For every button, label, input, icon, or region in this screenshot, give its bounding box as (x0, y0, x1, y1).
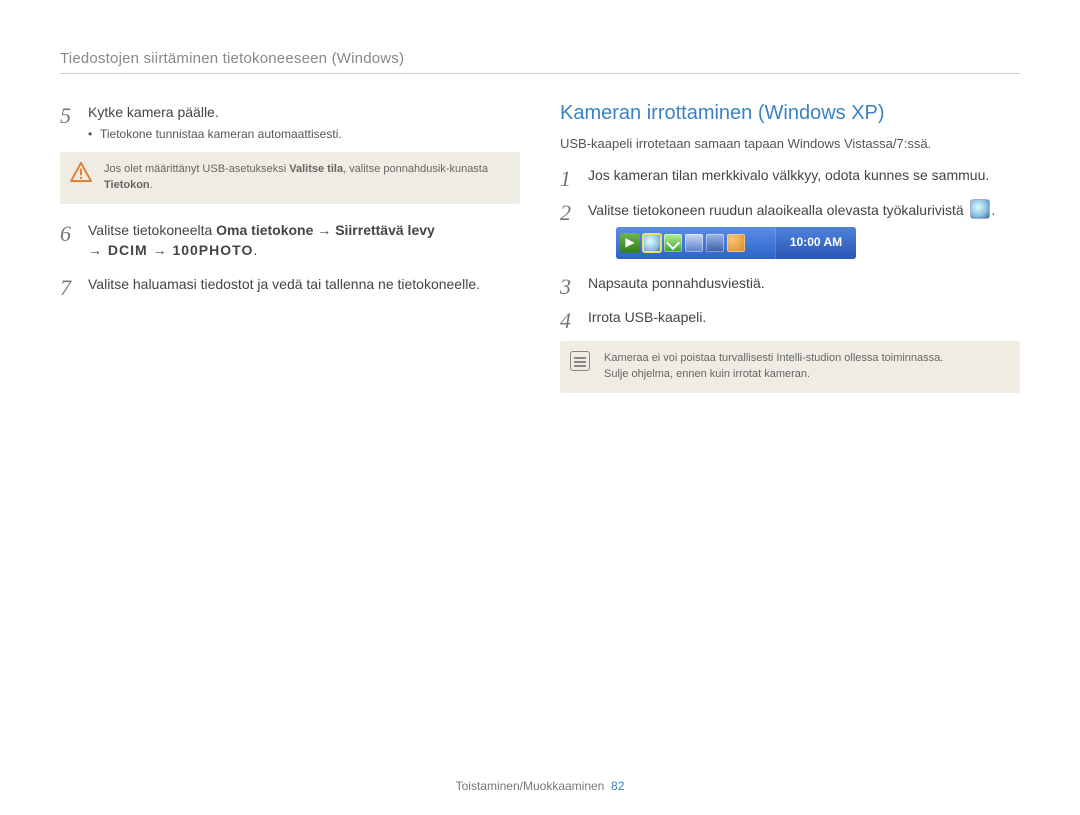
info-note-box: Kameraa ei voi poistaa turvallisesti Int… (560, 341, 1020, 393)
taskbar-clock: 10:00 AM (775, 227, 856, 259)
step-6-bold4: 100PHOTO (172, 242, 253, 258)
right-column: Kameran irrottaminen (Windows XP) USB-ka… (560, 102, 1020, 409)
right-step-3-text: Napsauta ponnahdusviestiä. (588, 275, 765, 291)
shield-tray-icon (664, 234, 682, 252)
right-step-2: Valitse tietokoneen ruudun alaoikealla o… (560, 199, 1020, 258)
start-button-icon: ▶ (620, 233, 640, 253)
step-5-sub: Tietokone tunnistaa kameran automaattise… (88, 126, 520, 143)
safely-remove-hardware-tray-icon (643, 234, 661, 252)
network-tray-icon (685, 234, 703, 252)
step-7: Valitse haluamasi tiedostot ja vedä tai … (60, 274, 520, 294)
warning-text-pre: Jos olet määrittänyt USB-asetukseksi (104, 163, 289, 175)
warning-bold2: Tietokon (104, 179, 150, 191)
right-step-4-text: Irrota USB-kaapeli. (588, 309, 706, 325)
right-step-3: Napsauta ponnahdusviestiä. (560, 273, 1020, 293)
warning-bold1: Valitse tila (289, 163, 343, 175)
warning-mid: , valitse ponnahdusik-kunasta (343, 163, 488, 175)
footer-section: Toistaminen/Muokkaaminen (456, 779, 605, 793)
warning-box: Jos olet määrittänyt USB-asetukseksi Val… (60, 152, 520, 204)
display-tray-icon (706, 234, 724, 252)
step-6-line2-arrow1: → (88, 242, 108, 258)
volume-tray-icon (727, 234, 745, 252)
right-step-4: Irrota USB-kaapeli. (560, 307, 1020, 327)
step-6-bold3: DCIM (108, 242, 148, 258)
step-7-text: Valitse haluamasi tiedostot ja vedä tai … (88, 276, 480, 292)
step-6-pre: Valitse tietokoneelta (88, 222, 216, 238)
right-section-title: Kameran irrottaminen (Windows XP) (560, 102, 1020, 125)
step-6-period: . (253, 242, 257, 258)
right-step-2-text-b: . (992, 202, 996, 218)
taskbar-illustration: ▶ 10:00 AM (616, 227, 856, 259)
note-icon (570, 351, 590, 371)
right-steps: Jos kameran tilan merkkivalo välkkyy, od… (560, 165, 1020, 327)
right-step-1-text: Jos kameran tilan merkkivalo välkkyy, od… (588, 167, 989, 183)
page-header: Tiedostojen siirtäminen tietokoneeseen (… (60, 50, 1020, 74)
step-6-arrow2: → (148, 242, 173, 258)
step-5-text: Kytke kamera päälle. (88, 104, 219, 120)
step-6-bold1: Oma tietokone (216, 222, 313, 238)
warning-post: . (150, 179, 153, 191)
taskbar-tray: ▶ (616, 227, 775, 259)
right-step-2-text-a: Valitse tietokoneen ruudun alaoikealla o… (588, 202, 968, 218)
right-intro: USB-kaapeli irrotetaan samaan tapaan Win… (560, 135, 1020, 153)
note-line1: Kameraa ei voi poistaa turvallisesti Int… (604, 352, 943, 364)
note-line2: Sulje ohjelma, ennen kuin irrotat kamera… (604, 368, 810, 380)
step-6-bold2: Siirrettävä levy (335, 222, 435, 238)
step-6-arrow1: → (313, 222, 335, 238)
left-steps: Kytke kamera päälle. Tietokone tunnistaa… (60, 102, 520, 294)
step-6: Valitse tietokoneelta Oma tietokone → Si… (60, 220, 520, 261)
safely-remove-hardware-icon (970, 199, 990, 219)
footer-page-number: 82 (611, 779, 624, 793)
left-column: Kytke kamera päälle. Tietokone tunnistaa… (60, 102, 520, 409)
page-footer: Toistaminen/Muokkaaminen 82 (0, 779, 1080, 793)
step-5: Kytke kamera päälle. Tietokone tunnistaa… (60, 102, 520, 204)
warning-icon (70, 162, 92, 182)
right-step-1: Jos kameran tilan merkkivalo välkkyy, od… (560, 165, 1020, 185)
